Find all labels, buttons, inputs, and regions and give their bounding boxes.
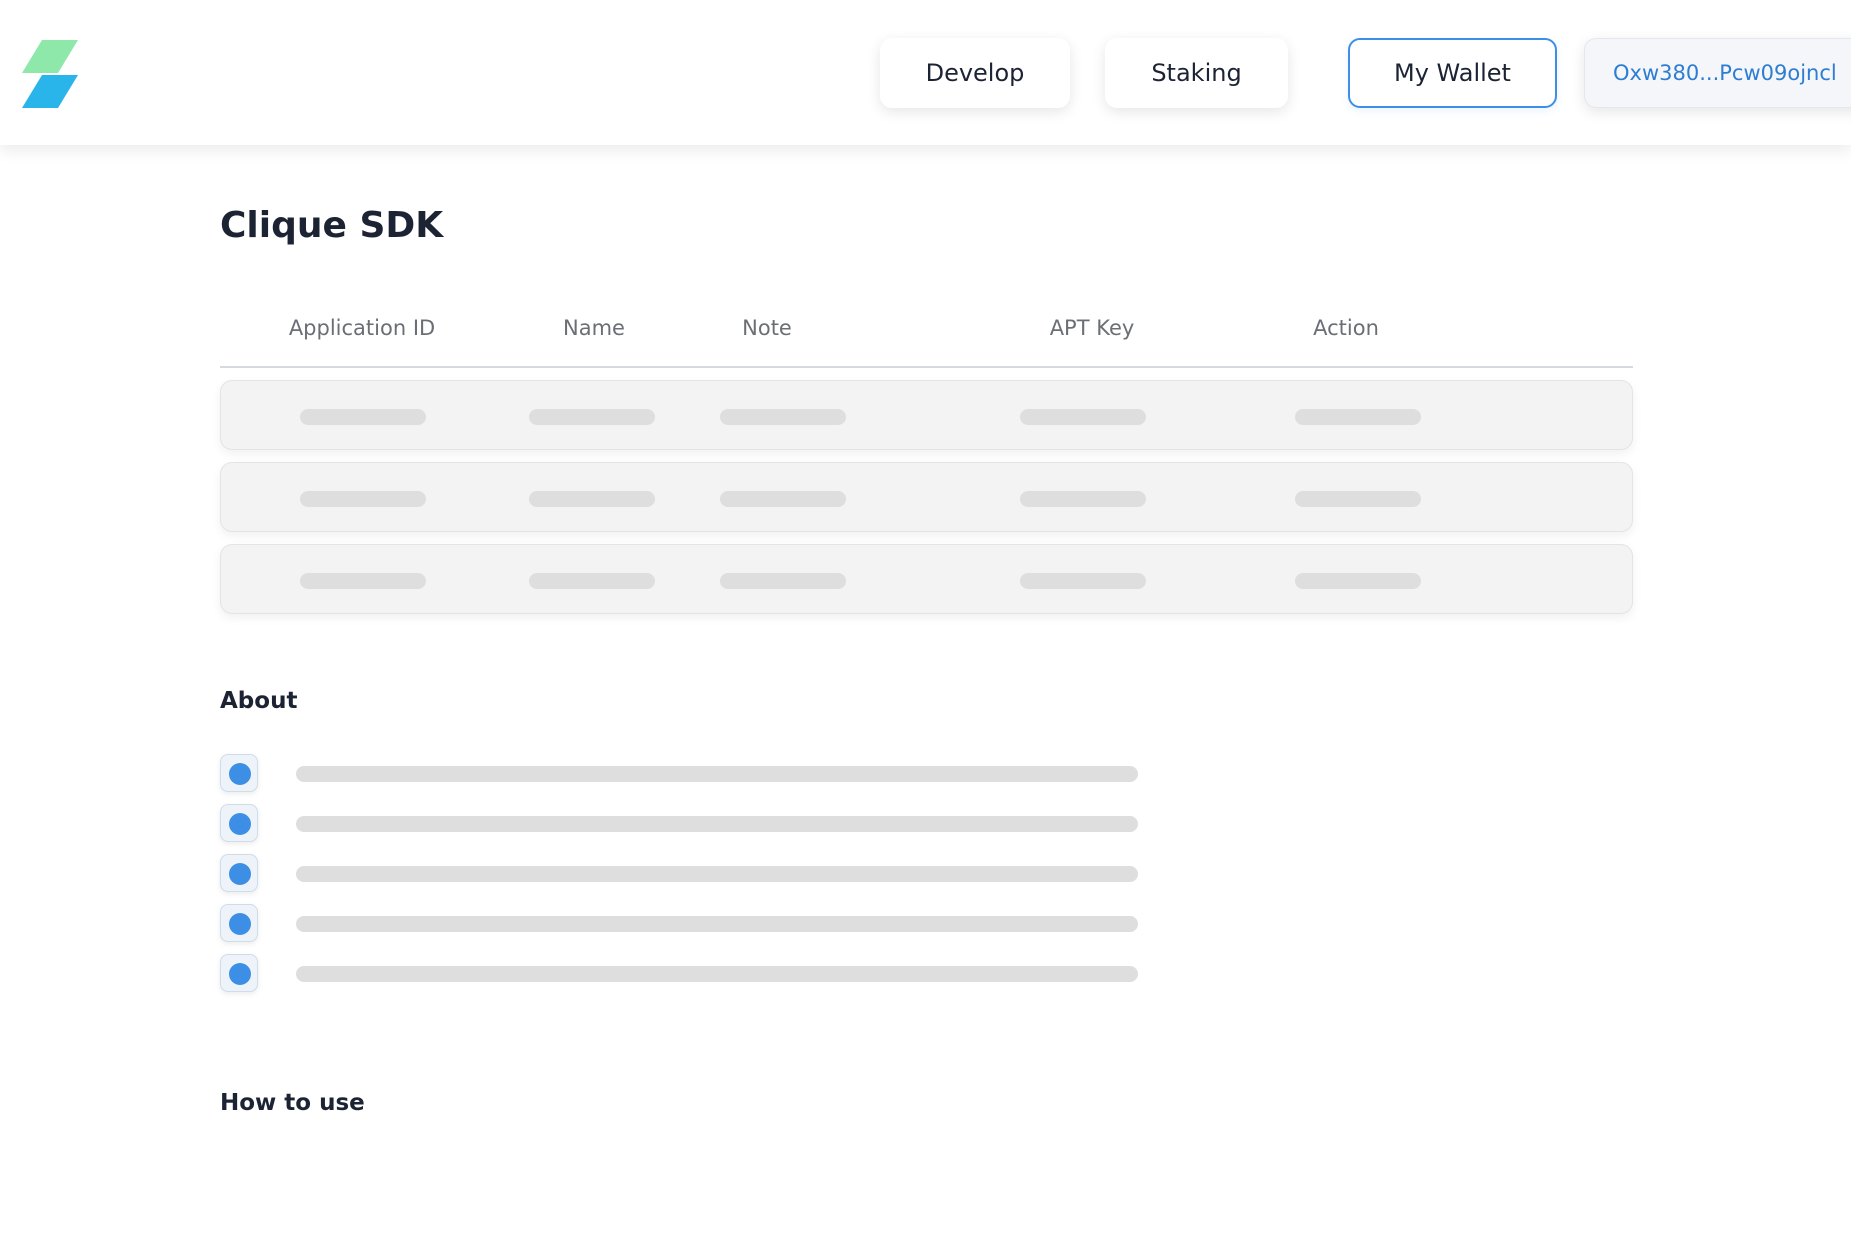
skeleton-cell [300,491,426,507]
column-header-name: Name [563,316,625,340]
skeleton-cell [720,573,846,589]
skeleton-line [296,916,1138,932]
brand-logo-icon[interactable] [22,40,78,108]
column-header-note: Note [742,316,792,340]
table-header: Application ID Name Note APT Key Action [220,312,1633,368]
skeleton-line [296,816,1138,832]
about-list-item [220,754,1140,794]
radio-button[interactable] [220,904,258,942]
skeleton-cell [300,409,426,425]
skeleton-cell [1020,409,1146,425]
skeleton-cell [1295,409,1421,425]
staking-button[interactable]: Staking [1105,38,1288,108]
radio-button[interactable] [220,754,258,792]
table-row [220,544,1633,614]
top-navbar: Develop Staking My Wallet Oxw380...Pcw09… [0,0,1851,145]
radio-dot-icon [229,813,251,835]
my-wallet-button[interactable]: My Wallet [1348,38,1557,108]
skeleton-line [296,766,1138,782]
table-row [220,462,1633,532]
radio-button[interactable] [220,854,258,892]
table-row [220,380,1633,450]
skeleton-cell [300,573,426,589]
radio-dot-icon [229,963,251,985]
radio-dot-icon [229,763,251,785]
radio-button[interactable] [220,954,258,992]
skeleton-cell [529,409,655,425]
about-title: About [220,688,298,714]
skeleton-cell [1020,491,1146,507]
about-list-item [220,954,1140,994]
radio-button[interactable] [220,804,258,842]
skeleton-cell [529,573,655,589]
how-to-use-title: How to use [220,1090,365,1116]
skeleton-cell [1295,491,1421,507]
skeleton-line [296,866,1138,882]
skeleton-cell [529,491,655,507]
skeleton-cell [720,409,846,425]
radio-dot-icon [229,863,251,885]
radio-dot-icon [229,913,251,935]
column-header-action: Action [1313,316,1379,340]
page-title: Clique SDK [220,205,444,246]
skeleton-cell [720,491,846,507]
skeleton-line [296,966,1138,982]
column-header-apt-key: APT Key [1049,316,1135,340]
about-list-item [220,904,1140,944]
column-header-application-id: Application ID [288,316,436,340]
skeleton-cell [1295,573,1421,589]
develop-button[interactable]: Develop [880,38,1070,108]
skeleton-cell [1020,573,1146,589]
wallet-address-button[interactable]: Oxw380...Pcw09ojncl [1584,38,1851,108]
about-list-item [220,854,1140,894]
about-list-item [220,804,1140,844]
